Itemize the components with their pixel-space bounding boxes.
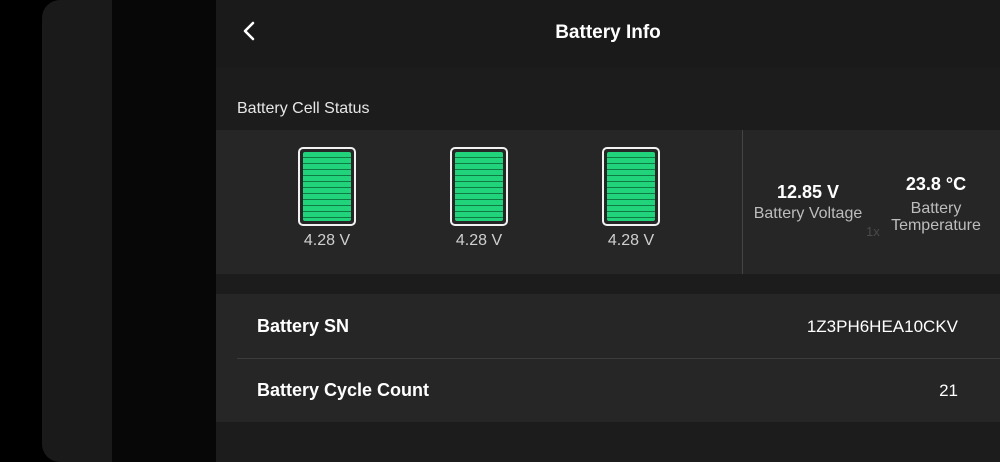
battery-cells: 4.28 V 4.28 V 4.28 V [216, 130, 742, 274]
cell-voltage: 4.28 V [303, 232, 351, 249]
page-title: Battery Info [555, 22, 661, 43]
battery-voltage-label: Battery Voltage [753, 205, 863, 222]
battery-voltage-stat: 12.85 V Battery Voltage [746, 182, 870, 222]
ghost-text: 1x [866, 224, 880, 239]
battery-cell-fill [303, 152, 351, 221]
section-label-cell-status: Battery Cell Status [237, 100, 370, 117]
battery-info-screen: Battery Info Battery Cell Status 4.28 V … [216, 0, 1000, 462]
battery-cell: 4.28 V [600, 147, 662, 250]
info-row-value: 1Z3PH6HEA10CKV [806, 317, 958, 336]
background-panel [42, 0, 112, 462]
info-row-label: Battery Cycle Count [257, 380, 430, 400]
cell-voltage: 4.28 V [455, 232, 503, 249]
divider [742, 130, 743, 274]
background-panel-dark [112, 0, 216, 462]
battery-cell-icon [298, 147, 356, 226]
cell-status-card: 4.28 V 4.28 V 4.28 V 12.85 V Battery Vol… [216, 130, 1000, 274]
battery-temperature-value: 23.8 °C [905, 174, 967, 194]
battery-temperature-stat: 23.8 °C Battery Temperature [884, 174, 988, 234]
battery-voltage-value: 12.85 V [776, 182, 840, 202]
info-row-cycle-count: Battery Cycle Count 21 [216, 358, 979, 422]
battery-cell-icon [450, 147, 508, 226]
screen: Battery Info Battery Cell Status 4.28 V … [0, 0, 1000, 462]
info-row-battery-sn: Battery SN 1Z3PH6HEA10CKV [216, 294, 979, 358]
top-bar: Battery Info [216, 0, 1000, 67]
battery-cell-icon [602, 147, 660, 226]
info-row-value: 21 [939, 381, 958, 400]
battery-cell-fill [455, 152, 503, 221]
cell-voltage: 4.28 V [607, 232, 655, 249]
battery-info-card: Battery SN 1Z3PH6HEA10CKV Battery Cycle … [216, 294, 1000, 422]
battery-cell-fill [607, 152, 655, 221]
info-row-label: Battery SN [257, 316, 350, 336]
battery-temperature-label: Battery Temperature [891, 200, 981, 234]
battery-cell: 4.28 V [448, 147, 510, 250]
battery-cell: 4.28 V [296, 147, 358, 250]
